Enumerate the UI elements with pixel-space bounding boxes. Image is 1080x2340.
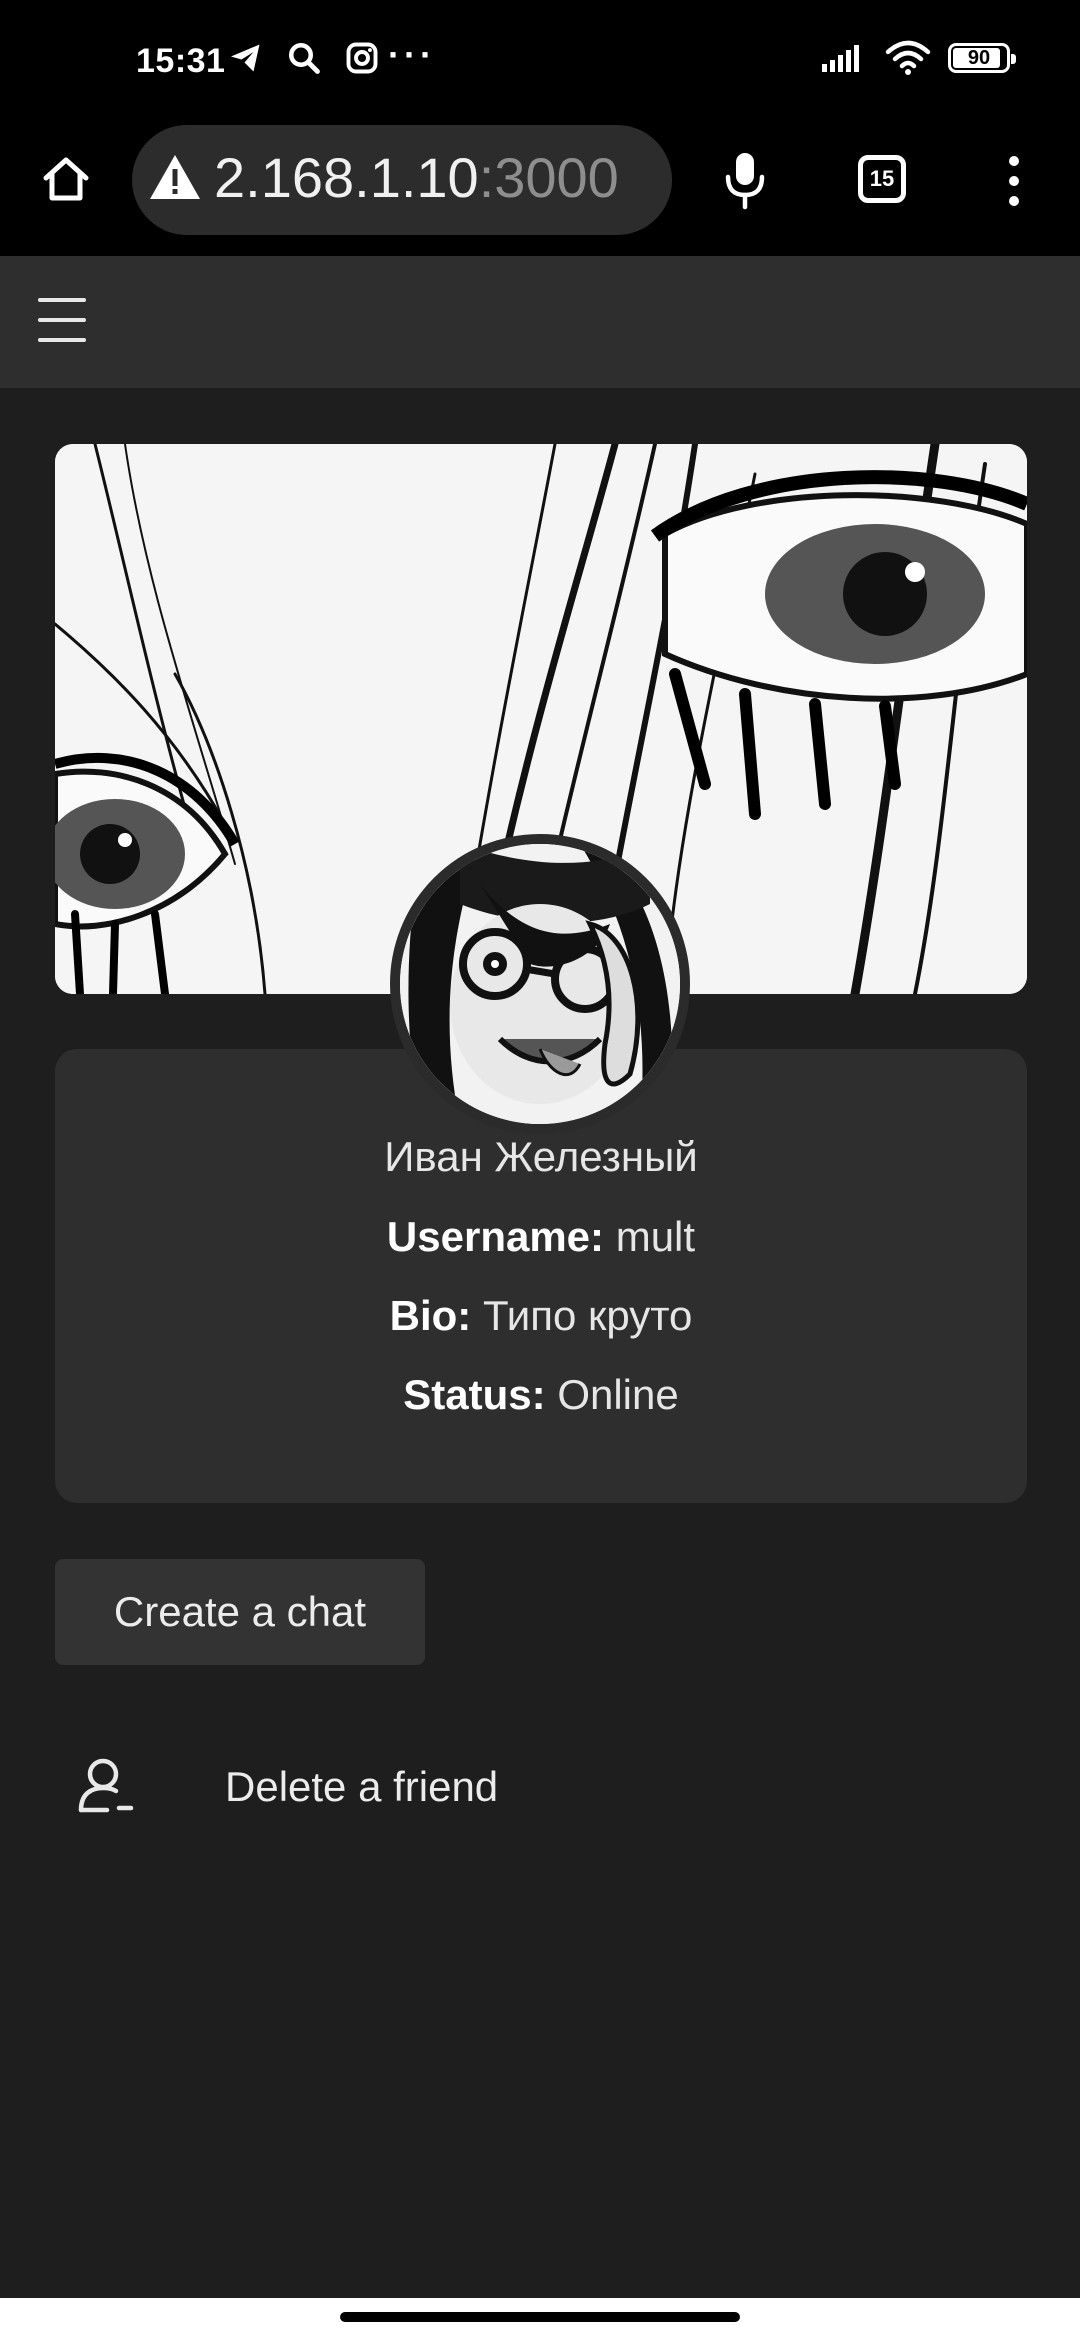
wifi-icon — [884, 40, 932, 76]
battery-percent: 90 — [967, 46, 991, 69]
delete-friend-label: Delete a friend — [225, 1763, 499, 1810]
instagram-icon — [344, 40, 380, 76]
telegram-icon — [228, 40, 264, 76]
home-icon[interactable] — [38, 151, 94, 207]
tab-switcher-button[interactable]: 15 — [858, 155, 906, 203]
notification-icons — [228, 40, 380, 76]
bio-value: Типо круто — [482, 1292, 693, 1339]
warning-icon[interactable] — [148, 153, 202, 201]
browser-toolbar: 2.168.1.10:3000 15 — [0, 125, 1080, 256]
profile-avatar — [390, 834, 690, 1134]
bio-label: Bio: — [389, 1292, 472, 1339]
username-value: mult — [615, 1213, 696, 1260]
home-gesture-handle[interactable] — [340, 2312, 740, 2322]
tab-count: 15 — [869, 166, 895, 191]
url-text[interactable]: 2.168.1.10:3000 — [214, 145, 619, 210]
status-value: Online — [557, 1371, 679, 1418]
address-bar[interactable]: 2.168.1.10:3000 — [132, 125, 672, 235]
signal-icon — [820, 42, 868, 74]
gesture-navigation-bar — [0, 2298, 1080, 2340]
battery-icon: 90 — [948, 43, 1016, 73]
app-header — [0, 256, 1080, 388]
profile-name: Иван Железный — [384, 1133, 698, 1180]
more-notifications-icon: ··· — [388, 34, 436, 75]
remove-user-icon — [75, 1752, 145, 1822]
url-port: :3000 — [478, 146, 619, 209]
browser-menu-icon[interactable] — [1000, 153, 1028, 209]
status-bar: 15:31 ··· 90 — [0, 0, 1080, 125]
microphone-icon[interactable] — [720, 151, 770, 211]
username-label: Username: — [386, 1213, 605, 1260]
system-icons: 90 — [820, 40, 1016, 76]
create-chat-button[interactable]: Create a chat — [55, 1559, 425, 1665]
profile-bio-row: Bio: Типо круто — [55, 1292, 1027, 1340]
status-label: Status: — [403, 1371, 546, 1418]
search-icon — [286, 40, 322, 76]
profile-username-row: Username: mult — [55, 1213, 1027, 1261]
status-time: 15:31 — [136, 42, 226, 80]
url-host: 2.168.1.10 — [214, 146, 479, 209]
hamburger-menu-icon[interactable] — [38, 298, 86, 342]
delete-friend-button[interactable]: Delete a friend — [55, 1742, 755, 1832]
profile-status-row: Status: Online — [55, 1371, 1027, 1419]
